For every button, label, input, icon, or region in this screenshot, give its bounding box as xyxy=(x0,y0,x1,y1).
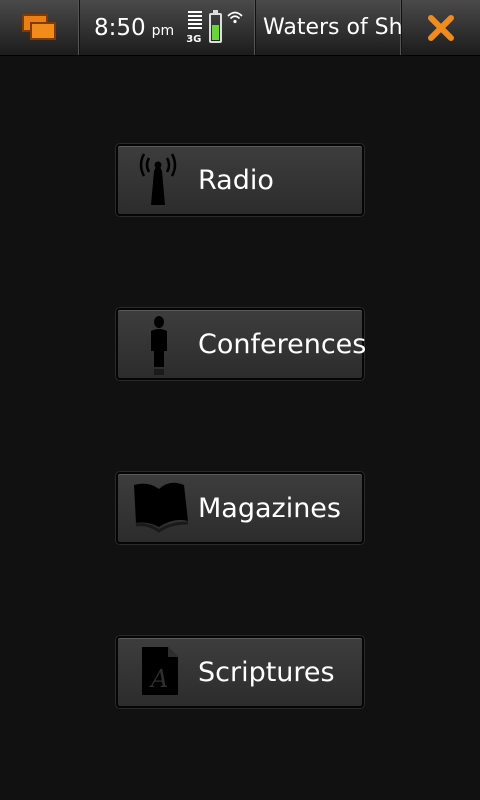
wifi-icon xyxy=(227,11,243,24)
status-bar: 8:50 pm 3G Waters of Shil xyxy=(0,0,480,56)
network-type: 3G xyxy=(186,33,202,45)
person-icon xyxy=(118,309,198,379)
clock-ampm: pm xyxy=(151,22,175,39)
conferences-label: Conferences xyxy=(198,328,367,360)
svg-text:A: A xyxy=(149,665,168,693)
clock-time: 8:50 xyxy=(94,14,146,41)
app-title: Waters of Shil xyxy=(263,15,402,40)
magazines-button[interactable]: Magazines xyxy=(116,472,364,544)
app-title-area[interactable]: Waters of Shil xyxy=(256,0,402,55)
signal-strength-icon: 3G xyxy=(186,10,206,45)
task-switcher-button[interactable] xyxy=(0,0,80,55)
magazines-label: Magazines xyxy=(198,492,341,524)
battery-icon xyxy=(209,9,223,43)
scriptures-button[interactable]: A Scriptures xyxy=(116,636,364,708)
document-icon: A xyxy=(118,637,198,707)
status-area[interactable]: 8:50 pm 3G xyxy=(80,0,256,55)
task-switcher-icon xyxy=(21,13,58,42)
open-book-icon xyxy=(118,473,198,543)
radio-label: Radio xyxy=(198,164,274,196)
close-button[interactable] xyxy=(402,0,480,55)
radio-tower-icon xyxy=(118,145,198,215)
battery-fill xyxy=(212,25,220,40)
clock: 8:50 pm xyxy=(94,15,174,41)
scriptures-label: Scriptures xyxy=(198,656,335,688)
radio-button[interactable]: Radio xyxy=(116,144,364,216)
conferences-button[interactable]: Conferences xyxy=(116,308,367,380)
close-icon xyxy=(428,14,454,41)
